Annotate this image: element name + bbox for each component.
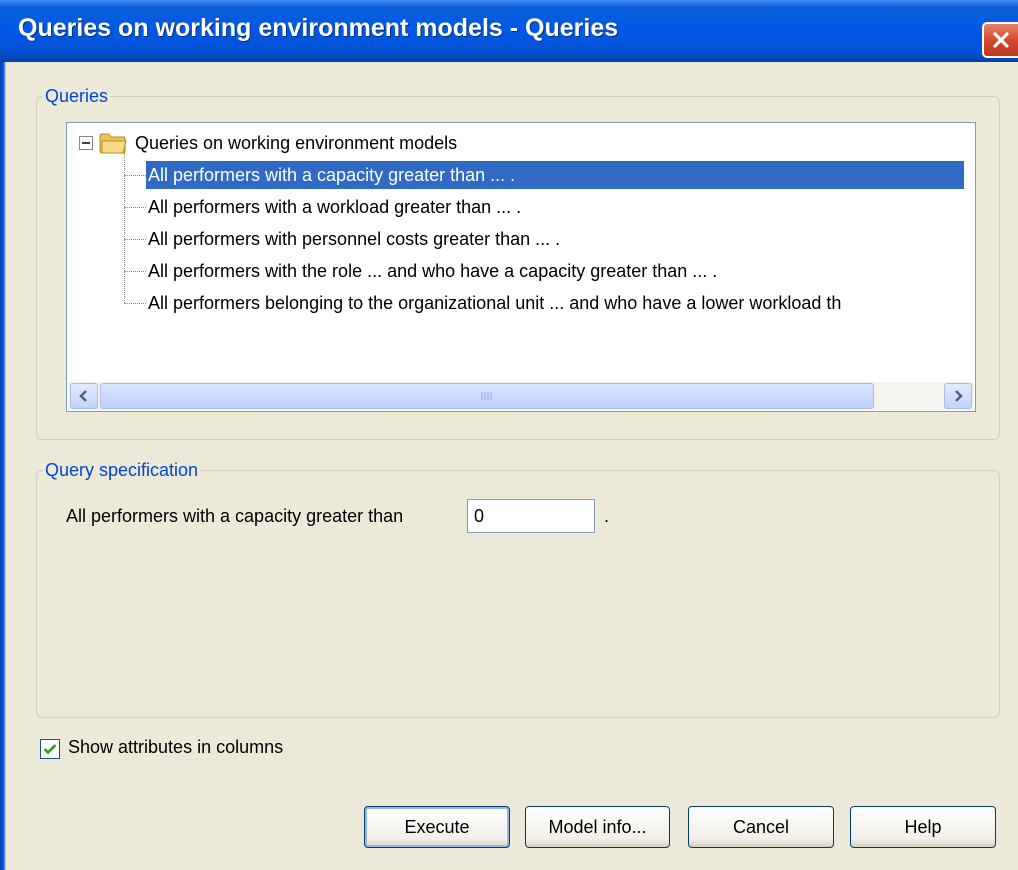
tree-connector: [124, 175, 146, 176]
window-frame: [0, 62, 6, 870]
tree-connector: [124, 303, 146, 304]
queries-tree[interactable]: Queries on working environment models Al…: [66, 122, 976, 412]
scroll-thumb[interactable]: [100, 383, 874, 409]
tree-item-label: All performers with a workload greater t…: [148, 197, 522, 217]
help-button[interactable]: Help: [850, 806, 996, 848]
tree-item-label: All performers belonging to the organiza…: [148, 293, 842, 313]
tree-connector: [124, 207, 146, 208]
folder-icon: [99, 133, 127, 154]
tree-item[interactable]: All performers with personnel costs grea…: [146, 225, 560, 253]
tree-connector: [124, 239, 146, 240]
close-button[interactable]: [982, 22, 1018, 58]
horizontal-scrollbar[interactable]: [68, 382, 974, 410]
title-bar: Queries on working environment models - …: [0, 0, 1018, 62]
execute-button[interactable]: Execute: [364, 806, 510, 848]
capacity-input[interactable]: [467, 499, 595, 533]
tree-item[interactable]: All performers with a capacity greater t…: [146, 161, 964, 189]
query-spec-label: All performers with a capacity greater t…: [66, 506, 404, 526]
tree-root-label: Queries on working environment models: [135, 133, 458, 153]
window-title: Queries on working environment models - …: [18, 14, 619, 42]
grip-icon: [481, 392, 492, 400]
scroll-right-button[interactable]: [944, 383, 972, 409]
show-attributes-checkbox[interactable]: [40, 739, 60, 759]
query-spec-suffix: .: [604, 506, 610, 526]
close-icon: [993, 32, 1009, 48]
scroll-left-button[interactable]: [70, 383, 98, 409]
tree-item[interactable]: All performers with a workload greater t…: [146, 193, 521, 221]
chevron-left-icon: [79, 390, 87, 402]
tree-item[interactable]: All performers belonging to the organiza…: [146, 289, 972, 317]
show-attributes-label[interactable]: Show attributes in columns: [68, 737, 283, 758]
tree-item-label: All performers with personnel costs grea…: [148, 229, 561, 249]
collapse-icon[interactable]: [79, 136, 93, 150]
tree-item-label: All performers with the role ... and who…: [148, 261, 718, 281]
tree-item[interactable]: All performers with the role ... and who…: [146, 257, 717, 285]
tree-item-label: All performers with a capacity greater t…: [148, 165, 516, 185]
cancel-button[interactable]: Cancel: [688, 806, 834, 848]
tree-connector: [124, 271, 146, 272]
checkmark-icon: [43, 744, 57, 755]
model-info-button[interactable]: Model info...: [525, 806, 670, 848]
query-spec-legend: Query specification: [45, 460, 199, 480]
queries-legend: Queries: [45, 86, 109, 106]
chevron-right-icon: [955, 390, 963, 402]
